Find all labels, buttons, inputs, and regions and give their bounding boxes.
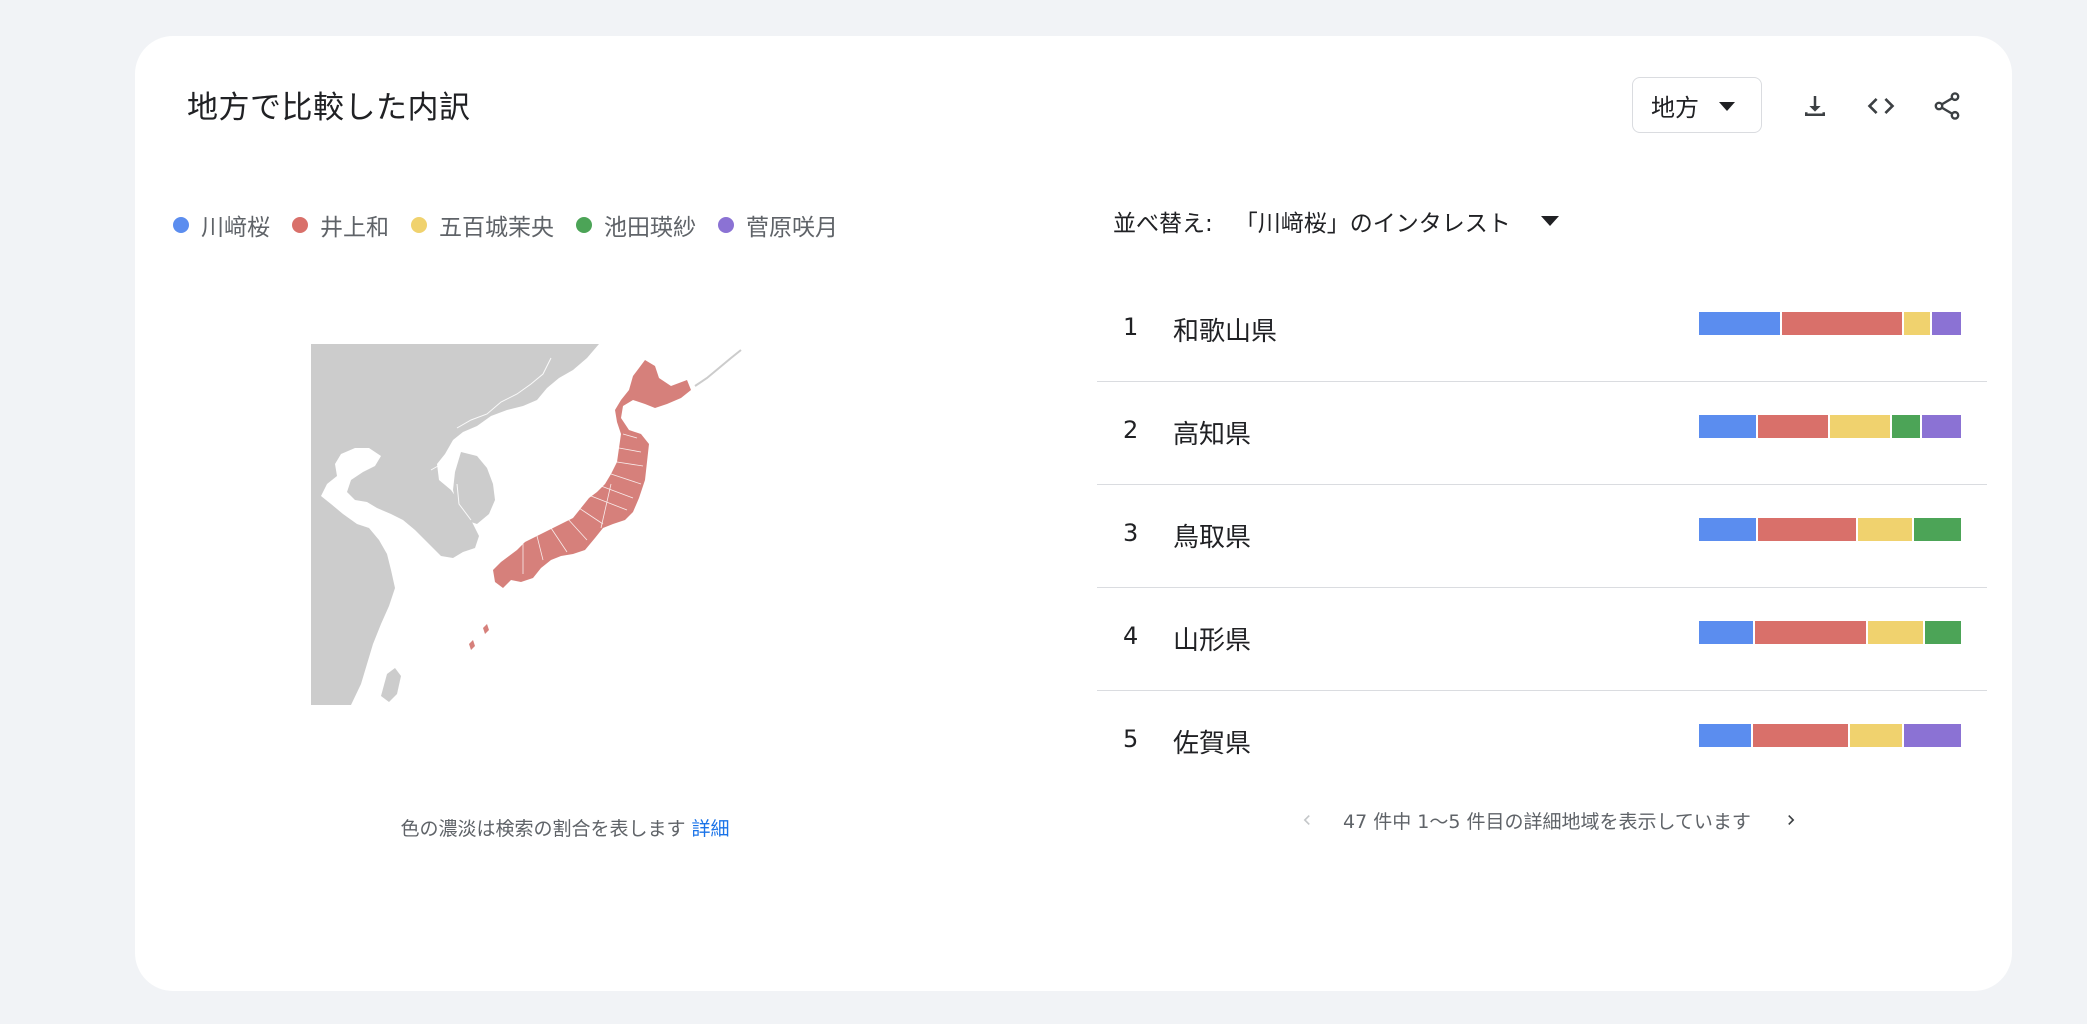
legend-item[interactable]: 池田瑛紗: [576, 208, 696, 242]
rank-number: 1: [1123, 313, 1139, 341]
legend: 川﨑桜 井上和 五百城茉央 池田瑛紗 菅原咲月: [173, 208, 860, 242]
share-segment: [1850, 724, 1903, 747]
share-segment: [1699, 621, 1754, 644]
legend-dot: [292, 217, 308, 233]
page-title: 地方で比較した内訳: [187, 90, 471, 126]
legend-label: 川﨑桜: [201, 215, 270, 241]
share-segment: [1922, 415, 1961, 438]
embed-code-icon[interactable]: [1861, 86, 1901, 126]
share-segment: [1757, 518, 1857, 541]
region-name: 佐賀県: [1173, 729, 1252, 759]
rank-number: 4: [1123, 622, 1139, 650]
legend-dot: [411, 217, 427, 233]
chevron-down-icon[interactable]: [1540, 216, 1559, 226]
share-segment: [1924, 621, 1961, 644]
ranking-row[interactable]: 5 佐賀県: [1097, 691, 1987, 793]
rank-number: 2: [1123, 416, 1139, 444]
legend-item[interactable]: 五百城茉央: [411, 208, 554, 242]
share-segment: [1904, 312, 1931, 335]
share-bar: [1699, 415, 1961, 438]
share-segment: [1758, 415, 1828, 438]
share-segment: [1699, 312, 1780, 335]
ranking-row[interactable]: 1 和歌山県: [1097, 279, 1987, 382]
rank-number: 5: [1123, 725, 1139, 753]
share-segment: [1699, 724, 1751, 747]
legend-label: 池田瑛紗: [604, 215, 696, 241]
share-bar: [1699, 724, 1961, 747]
geo-level-value: 地方: [1651, 93, 1699, 122]
legend-item[interactable]: 菅原咲月: [718, 208, 838, 242]
sort-value[interactable]: 「川﨑桜」のインタレスト: [1235, 204, 1511, 238]
share-bar: [1699, 518, 1961, 541]
rank-number: 3: [1123, 519, 1139, 547]
share-segment: [1868, 621, 1923, 644]
region-name: 鳥取県: [1173, 523, 1252, 553]
share-segment: [1914, 518, 1961, 541]
geo-level-dropdown[interactable]: 地方: [1632, 77, 1762, 133]
share-bar: [1699, 312, 1961, 335]
ranking-row[interactable]: 4 山形県: [1097, 588, 1987, 691]
details-link[interactable]: 詳細: [692, 818, 730, 840]
legend-item[interactable]: 川﨑桜: [173, 208, 270, 242]
breakdown-card: 地方で比較した内訳 地方 川﨑桜 井上和 五百城茉央 池田瑛紗 菅原咲月 色の濃…: [135, 36, 2012, 991]
previous-page-icon[interactable]: [1293, 806, 1321, 834]
legend-label: 菅原咲月: [746, 215, 838, 241]
ranking-row[interactable]: 3 鳥取県: [1097, 485, 1987, 588]
chevron-down-icon: [1719, 102, 1735, 111]
sort-control[interactable]: 並べ替え: 「川﨑桜」のインタレスト: [1113, 204, 1559, 238]
legend-dot: [576, 217, 592, 233]
legend-item[interactable]: 井上和: [292, 208, 389, 242]
share-segment: [1781, 312, 1903, 335]
share-segment: [1858, 518, 1913, 541]
next-page-icon[interactable]: [1777, 806, 1805, 834]
share-segment: [1932, 312, 1961, 335]
share-segment: [1891, 415, 1921, 438]
pagination-text: 47 件中 1〜5 件目の詳細地域を表示しています: [1343, 810, 1751, 833]
share-segment: [1699, 518, 1756, 541]
region-name: 高知県: [1173, 420, 1252, 450]
legend-dot: [718, 217, 734, 233]
share-segment: [1752, 724, 1849, 747]
region-name: 和歌山県: [1173, 317, 1278, 347]
share-bar: [1699, 621, 1961, 644]
ranking-row[interactable]: 2 高知県: [1097, 382, 1987, 485]
region-map[interactable]: [311, 344, 757, 705]
ranking-list: 1 和歌山県 2 高知県 3 鳥取県 4 山形県 5 佐賀県: [1097, 279, 1987, 793]
share-segment: [1829, 415, 1890, 438]
region-name: 山形県: [1173, 626, 1252, 656]
share-segment: [1699, 415, 1757, 438]
share-segment: [1755, 621, 1867, 644]
share-icon[interactable]: [1927, 86, 1967, 126]
legend-label: 井上和: [320, 215, 389, 241]
sort-label: 並べ替え:: [1113, 211, 1213, 237]
map-note-text: 色の濃淡は検索の割合を表します: [400, 818, 686, 840]
share-segment: [1904, 724, 1961, 747]
pagination: 47 件中 1〜5 件目の詳細地域を表示しています: [1293, 806, 1805, 834]
legend-dot: [173, 217, 189, 233]
legend-label: 五百城茉央: [439, 215, 554, 241]
map-footnote: 色の濃淡は検索の割合を表します 詳細: [135, 814, 995, 841]
download-icon[interactable]: [1795, 86, 1835, 126]
